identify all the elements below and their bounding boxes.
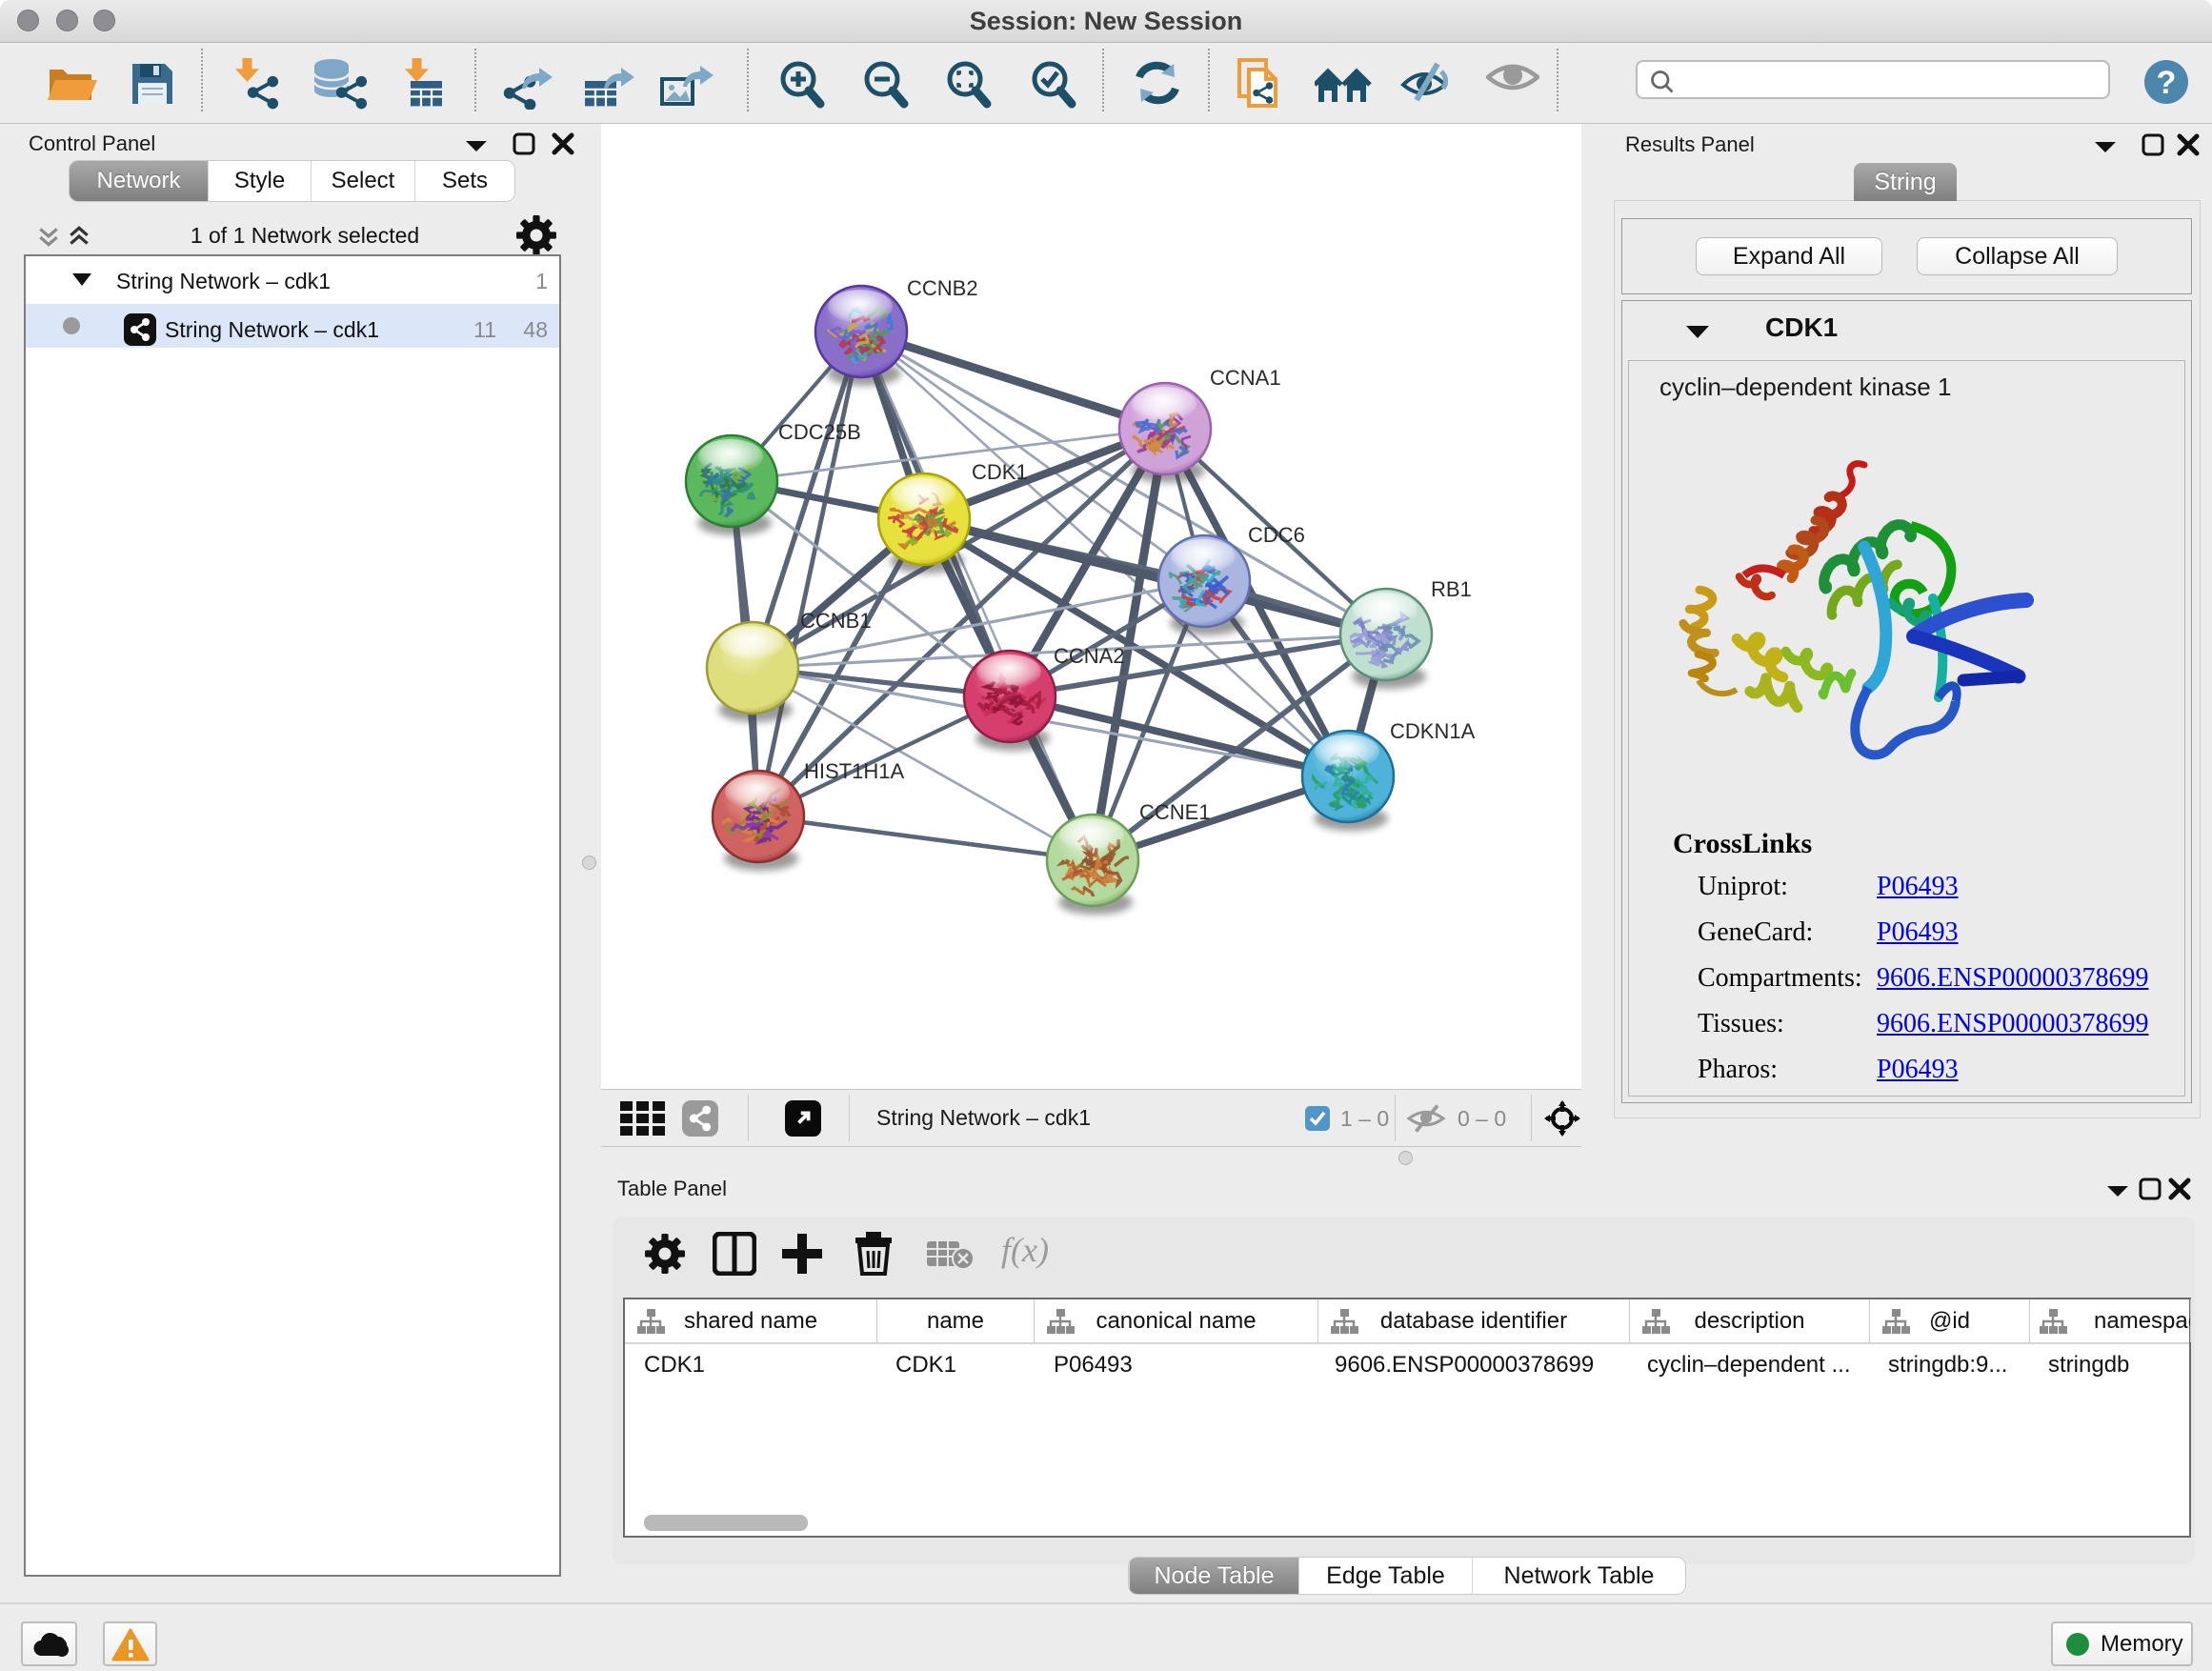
svg-text:CDC25B: CDC25B bbox=[778, 420, 861, 444]
svg-text:CCNA1: CCNA1 bbox=[1210, 366, 1281, 390]
svg-text:CDKN1A: CDKN1A bbox=[1390, 719, 1476, 743]
svg-text:RB1: RB1 bbox=[1431, 577, 1472, 601]
svg-text:CCNE1: CCNE1 bbox=[1139, 800, 1211, 824]
svg-text:CDC6: CDC6 bbox=[1248, 523, 1305, 547]
svg-text:CDK1: CDK1 bbox=[972, 460, 1028, 484]
svg-text:CCNB1: CCNB1 bbox=[800, 609, 872, 633]
svg-text:HIST1H1A: HIST1H1A bbox=[804, 759, 904, 783]
svg-text:CCNB2: CCNB2 bbox=[907, 276, 978, 300]
svg-text:CCNA2: CCNA2 bbox=[1054, 644, 1125, 668]
svg-text:?: ? bbox=[2157, 65, 2177, 101]
